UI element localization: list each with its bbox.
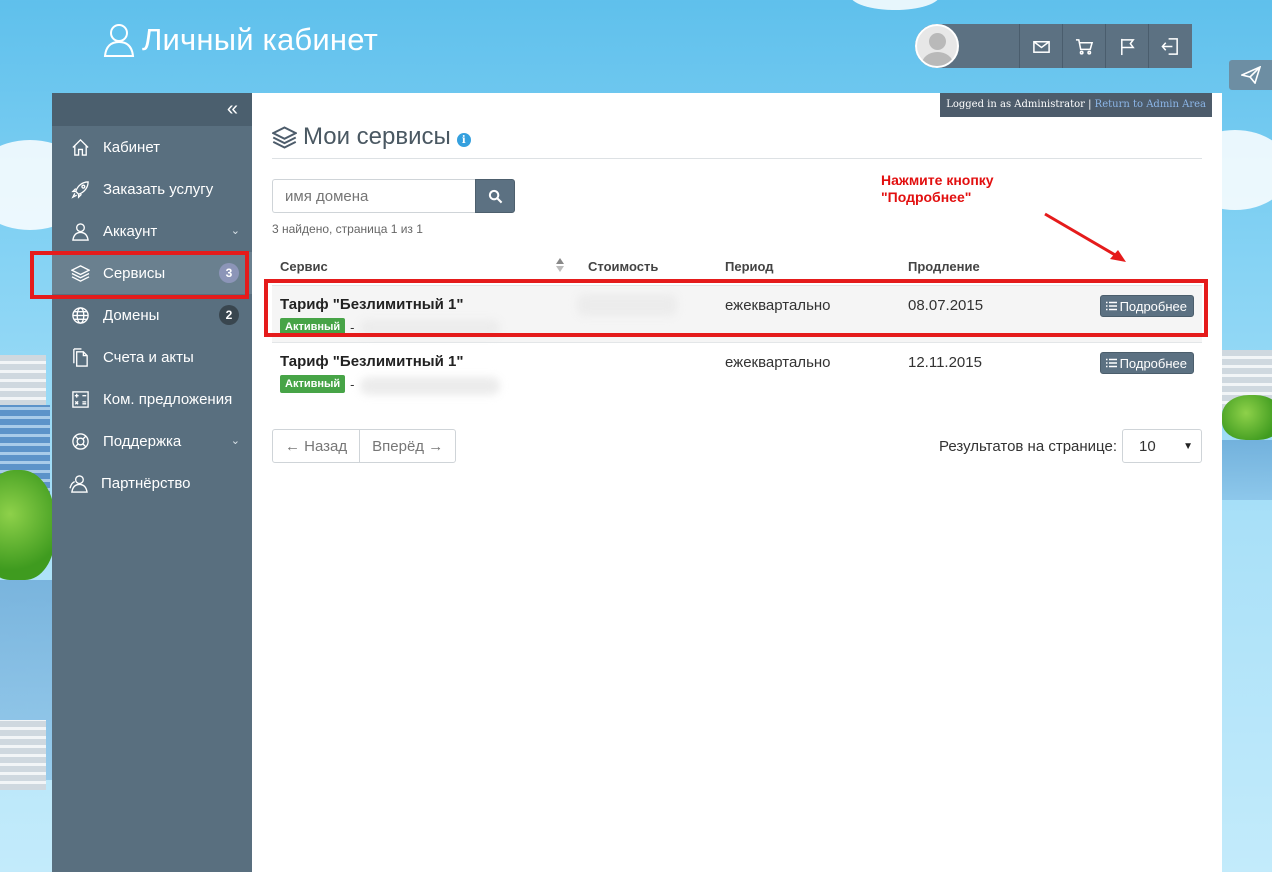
status-badge: Активный bbox=[280, 375, 346, 393]
home-icon bbox=[72, 138, 89, 156]
search-input[interactable] bbox=[272, 179, 475, 213]
username-area[interactable] bbox=[959, 24, 1019, 68]
return-admin-link[interactable]: Return to Admin Area bbox=[1095, 99, 1206, 110]
chevron-down-icon: ⌄ bbox=[230, 225, 240, 237]
column-header-service[interactable]: Сервис bbox=[280, 259, 328, 274]
service-status: Активный - bbox=[280, 375, 355, 393]
sidebar-highlight-box bbox=[30, 251, 249, 299]
page-title: Мои сервисы i bbox=[272, 123, 471, 151]
search-icon bbox=[488, 189, 502, 203]
paper-plane-icon bbox=[1240, 66, 1261, 84]
sidebar-item-label: Заказать услугу bbox=[103, 180, 214, 198]
users-icon bbox=[69, 474, 88, 493]
prev-page-button[interactable]: ← Назад bbox=[273, 430, 359, 462]
sidebar-item-invoices[interactable]: Счета и акты bbox=[52, 336, 252, 378]
per-page-label: Результатов на странице: bbox=[939, 437, 1117, 455]
sidebar-item-label: Аккаунт bbox=[103, 222, 158, 240]
sidebar-item-domains[interactable]: Домены 2 bbox=[52, 294, 252, 336]
feedback-button[interactable] bbox=[1229, 60, 1272, 90]
user-outline-icon bbox=[103, 24, 135, 57]
flag-icon bbox=[1120, 38, 1135, 55]
table-row[interactable]: Тариф "Безлимитный 1" Активный - ежеквар… bbox=[272, 342, 1202, 399]
sidebar-item-label: Кабинет bbox=[103, 138, 161, 156]
next-page-button[interactable]: Вперёд → bbox=[359, 430, 455, 462]
chevron-down-icon: ⌄ bbox=[230, 435, 240, 447]
annotation-text: Нажмите кнопку "Подробнее" bbox=[881, 172, 994, 206]
sidebar-item-dashboard[interactable]: Кабинет bbox=[52, 126, 252, 168]
column-header-period[interactable]: Период bbox=[725, 259, 774, 274]
background-tree bbox=[0, 470, 55, 580]
brand[interactable]: Личный кабинет bbox=[102, 22, 378, 58]
annotation-line: Нажмите кнопку bbox=[881, 172, 994, 188]
search-button[interactable] bbox=[475, 179, 515, 213]
background-water bbox=[1222, 440, 1272, 500]
sort-icon[interactable] bbox=[555, 256, 565, 274]
background-cloud bbox=[850, 0, 940, 10]
sidebar-item-label: Поддержка bbox=[103, 432, 182, 450]
mail-button[interactable] bbox=[1019, 24, 1062, 68]
cart-icon bbox=[1075, 38, 1093, 55]
double-chevron-left-icon: « bbox=[226, 98, 238, 120]
billing-period: ежеквартально bbox=[725, 354, 831, 371]
cart-button[interactable] bbox=[1062, 24, 1105, 68]
column-header-renewal[interactable]: Продление bbox=[908, 259, 980, 274]
sidebar-item-label: Партнёрство bbox=[101, 474, 191, 492]
admin-banner-text: Logged in as Administrator | bbox=[946, 99, 1092, 110]
brand-title: Личный кабинет bbox=[142, 22, 379, 57]
avatar[interactable] bbox=[915, 24, 959, 68]
rocket-icon bbox=[71, 180, 89, 199]
background-building bbox=[0, 720, 46, 790]
user-icon bbox=[72, 222, 89, 241]
sidebar-item-label: Счета и акты bbox=[103, 348, 194, 366]
sidebar-item-label: Домены bbox=[103, 306, 160, 324]
info-icon[interactable]: i bbox=[456, 133, 471, 147]
sidebar-item-quotes[interactable]: Ком. предложения bbox=[52, 378, 252, 420]
details-button[interactable]: Подробнее bbox=[1099, 352, 1194, 374]
sidebar-collapse-button[interactable]: « bbox=[52, 93, 252, 126]
sidebar: « Кабинет Заказать услугу Аккаунт ⌄ Серв… bbox=[52, 93, 252, 872]
lifebuoy-icon bbox=[72, 432, 89, 450]
sidebar-item-order[interactable]: Заказать услугу bbox=[52, 168, 252, 210]
per-page-control: Результатов на странице: 10 ▼ bbox=[939, 429, 1202, 463]
sidebar-item-support[interactable]: Поддержка ⌄ bbox=[52, 420, 252, 462]
background-tree bbox=[1222, 395, 1272, 440]
row-highlight-box bbox=[264, 279, 1208, 337]
admin-banner: Logged in as Administrator | Return to A… bbox=[940, 93, 1212, 117]
per-page-value: 10 bbox=[1139, 437, 1156, 455]
results-summary: 3 найдено, страница 1 из 1 bbox=[272, 222, 423, 236]
annotation-line: "Подробнее" bbox=[881, 189, 972, 205]
globe-icon bbox=[72, 306, 89, 324]
page-title-text: Мои сервисы bbox=[303, 123, 451, 150]
sidebar-item-partnership[interactable]: Партнёрство bbox=[52, 462, 252, 504]
renewal-date: 12.11.2015 bbox=[908, 354, 982, 371]
pagination: ← Назад Вперёд → bbox=[272, 429, 457, 463]
title-divider bbox=[272, 158, 1202, 159]
caret-down-icon: ▼ bbox=[1183, 440, 1193, 452]
sidebar-item-label: Ком. предложения bbox=[103, 390, 233, 408]
sidebar-item-account[interactable]: Аккаунт ⌄ bbox=[52, 210, 252, 252]
service-name: Тариф "Безлимитный 1" bbox=[280, 353, 464, 370]
search-bar bbox=[272, 179, 515, 213]
per-page-select[interactable]: 10 ▼ bbox=[1122, 429, 1202, 463]
mail-icon bbox=[1032, 40, 1050, 53]
logout-button[interactable] bbox=[1148, 24, 1191, 68]
list-icon bbox=[1105, 358, 1117, 368]
layers-icon bbox=[272, 125, 297, 149]
user-toolbar bbox=[915, 24, 1192, 68]
details-button-label: Подробнее bbox=[1119, 355, 1187, 371]
flag-button[interactable] bbox=[1105, 24, 1148, 68]
redacted-domain bbox=[360, 377, 500, 395]
annotation-arrow-icon bbox=[1044, 212, 1126, 262]
calculator-icon bbox=[72, 390, 89, 408]
column-header-price[interactable]: Стоимость bbox=[588, 259, 658, 274]
service-domain: - bbox=[350, 376, 355, 392]
logout-icon bbox=[1160, 37, 1178, 55]
document-icon bbox=[73, 347, 88, 367]
domains-count-badge: 2 bbox=[219, 305, 239, 325]
